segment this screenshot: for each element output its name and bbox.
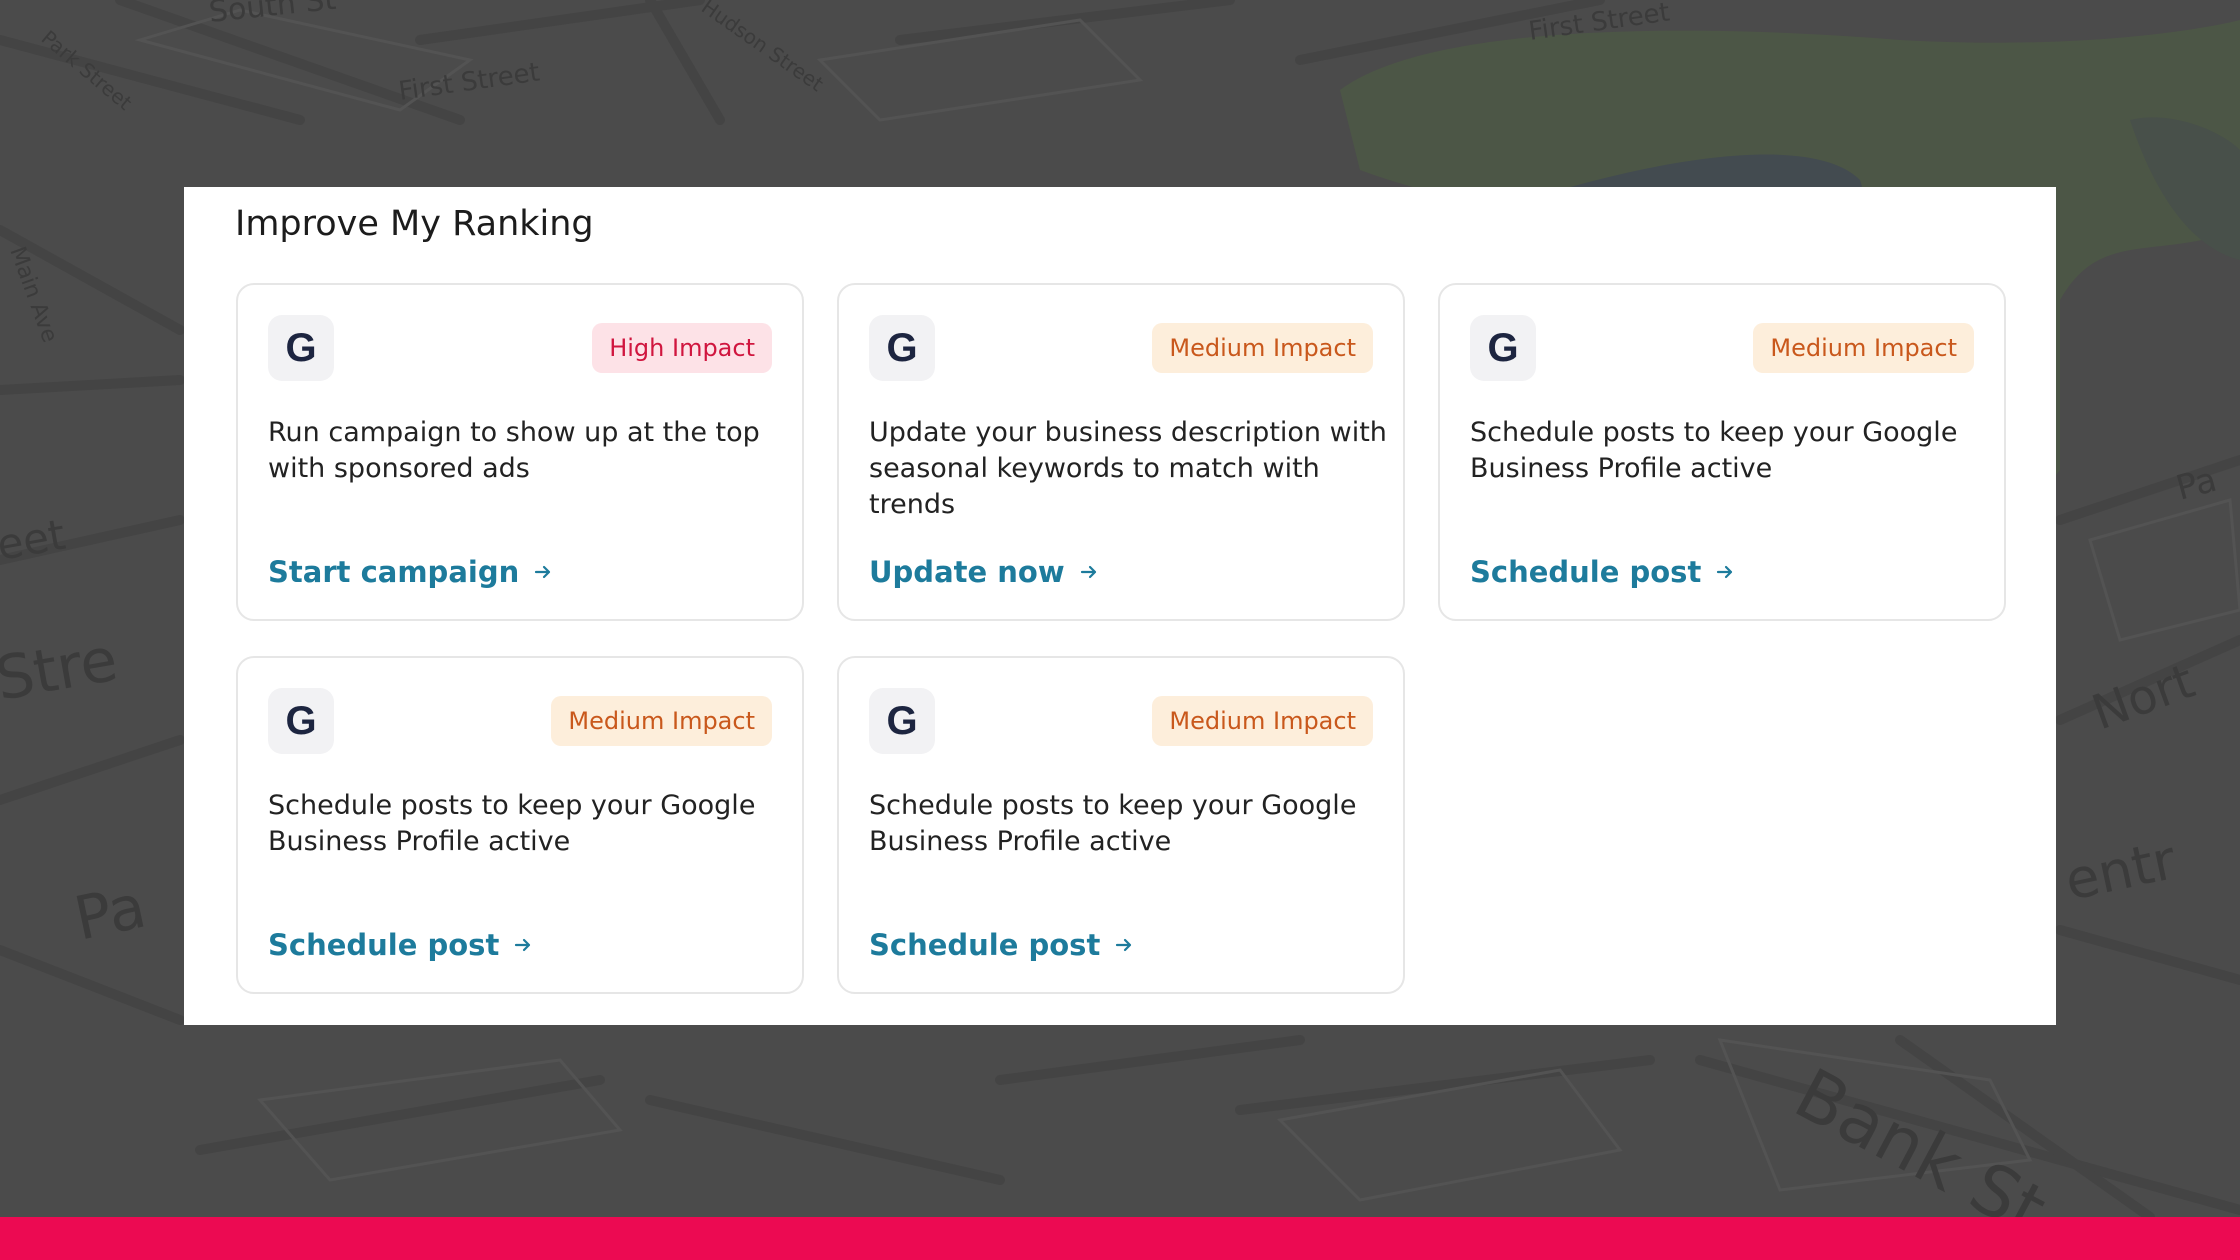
street-label: First Street	[397, 57, 542, 106]
improve-ranking-panel: Improve My Ranking G High Impact Run cam…	[184, 187, 2056, 1025]
arrow-right-icon	[533, 562, 553, 582]
street-label: South St	[207, 0, 338, 30]
arrow-right-icon	[1079, 562, 1099, 582]
panel-title: Improve My Ranking	[235, 204, 594, 244]
impact-badge: Medium Impact	[1753, 323, 1974, 373]
impact-badge: Medium Impact	[551, 696, 772, 746]
google-icon: G	[1470, 315, 1536, 381]
card-description: Schedule posts to keep your Google Busin…	[268, 790, 756, 857]
google-icon: G	[268, 315, 334, 381]
schedule-post-link[interactable]: Schedule post	[869, 928, 1134, 962]
action-label: Start campaign	[268, 555, 520, 589]
street-label: eet	[0, 510, 69, 570]
street-label: Nort	[2085, 653, 2202, 741]
schedule-post-link[interactable]: Schedule post	[1470, 555, 1735, 589]
start-campaign-link[interactable]: Start campaign	[268, 555, 553, 589]
recommendation-card: G Medium Impact Update your business des…	[837, 283, 1405, 621]
card-description: Run campaign to show up at the top with …	[268, 417, 760, 484]
arrow-right-icon	[513, 935, 533, 955]
card-description: Schedule posts to keep your Google Busin…	[1470, 417, 1958, 484]
action-label: Update now	[869, 555, 1065, 589]
google-icon: G	[869, 315, 935, 381]
arrow-right-icon	[1114, 935, 1134, 955]
impact-badge: High Impact	[592, 323, 772, 373]
schedule-post-link[interactable]: Schedule post	[268, 928, 533, 962]
street-label: Hudson Street	[697, 0, 828, 96]
google-icon: G	[268, 688, 334, 754]
impact-badge: Medium Impact	[1152, 696, 1373, 746]
street-label: Pa	[69, 872, 152, 955]
update-now-link[interactable]: Update now	[869, 555, 1099, 589]
recommendation-card: G High Impact Run campaign to show up at…	[236, 283, 804, 621]
recommendation-card: G Medium Impact Schedule posts to keep y…	[837, 656, 1405, 994]
action-label: Schedule post	[1470, 555, 1702, 589]
street-label: entr	[2060, 828, 2182, 913]
action-label: Schedule post	[268, 928, 500, 962]
impact-badge: Medium Impact	[1152, 323, 1373, 373]
street-label: Stre	[0, 625, 123, 715]
card-description: Schedule posts to keep your Google Busin…	[869, 790, 1357, 857]
bottom-accent-bar	[0, 1217, 2240, 1260]
recommendation-card: G Medium Impact Schedule posts to keep y…	[236, 656, 804, 994]
action-label: Schedule post	[869, 928, 1101, 962]
arrow-right-icon	[1715, 562, 1735, 582]
recommendation-card: G Medium Impact Schedule posts to keep y…	[1438, 283, 2006, 621]
card-description: Update your business description with se…	[869, 417, 1387, 520]
google-icon: G	[869, 688, 935, 754]
